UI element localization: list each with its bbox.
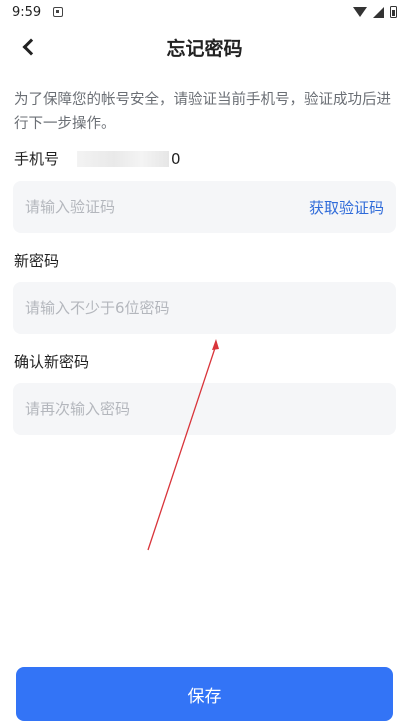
verification-code-field: 获取验证码 [13, 181, 396, 233]
phone-number-mask [77, 150, 170, 167]
confirm-password-field [13, 383, 396, 435]
new-password-field [13, 282, 396, 334]
annotation-arrow-line [147, 344, 217, 551]
battery-icon [390, 6, 397, 18]
page-title: 忘记密码 [166, 38, 243, 60]
phone-number-tail: 0 [171, 149, 181, 168]
annotation-arrow-head [212, 339, 219, 350]
confirm-password-input[interactable] [25, 400, 384, 418]
phone-number-row: 手机号 0 [14, 148, 181, 169]
title-bar: 忘记密码 [0, 24, 409, 68]
wifi-icon [353, 7, 367, 17]
confirm-password-label: 确认新密码 [14, 353, 90, 371]
new-password-input[interactable] [25, 299, 384, 317]
verification-code-input[interactable] [25, 198, 301, 216]
status-icons [353, 6, 397, 18]
save-button[interactable]: 保存 [16, 667, 393, 721]
notification-icon [53, 7, 64, 17]
new-password-label: 新密码 [14, 252, 60, 270]
get-verification-code-button[interactable]: 获取验证码 [309, 197, 384, 218]
cell-signal-icon [373, 6, 384, 18]
verification-description: 为了保障您的帐号安全，请验证当前手机号，验证成功后进行下一步操作。 [14, 92, 391, 132]
status-time: 9:59 [12, 4, 42, 20]
status-bar: 9:59 [0, 0, 409, 24]
phone-label: 手机号 [14, 150, 60, 168]
forgot-password-screen: 9:59 忘记密码 为了保障您的帐号安全，请验证当前手机号，验证成功后进行下一步… [0, 0, 409, 727]
